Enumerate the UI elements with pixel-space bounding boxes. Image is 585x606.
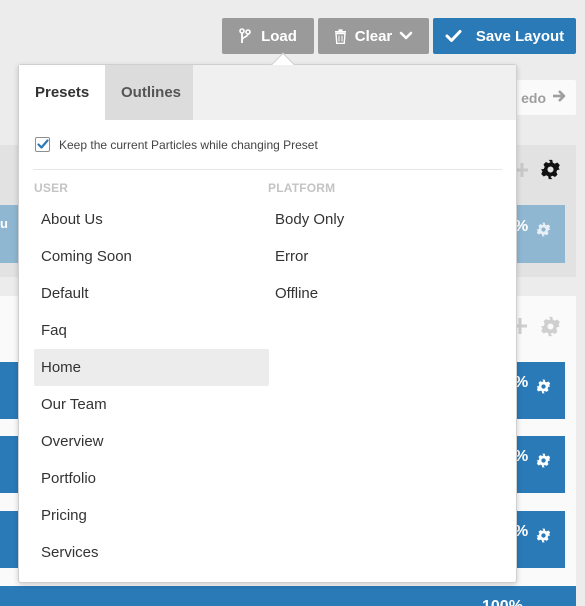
popover-tabs: Presets Outlines (19, 65, 516, 120)
platform-presets-column: PLATFORM Body Only Error Offline (268, 179, 503, 312)
tab-presets[interactable]: Presets (19, 65, 105, 120)
block-settings-icon[interactable] (536, 528, 551, 548)
preset-body-only[interactable]: Body Only (268, 201, 503, 238)
trash-icon (334, 28, 347, 44)
user-heading: USER (34, 181, 69, 195)
save-layout-label: Save Layout (475, 27, 565, 45)
keep-particles-label: Keep the current Particles while changin… (59, 137, 318, 152)
preset-faq[interactable]: Faq (34, 312, 269, 349)
preset-services[interactable]: Services (34, 534, 269, 571)
keep-particles-checkbox[interactable] (35, 137, 50, 152)
keep-particles-option[interactable]: Keep the current Particles while changin… (35, 137, 318, 152)
branch-icon (239, 28, 251, 44)
preset-portfolio[interactable]: Portfolio (34, 460, 269, 497)
load-presets-popover: Presets Outlines Keep the current Partic… (18, 52, 517, 583)
add-icon[interactable] (516, 163, 528, 182)
redo-label: edo (521, 89, 546, 106)
preset-offline[interactable]: Offline (268, 275, 503, 312)
block-settings-icon[interactable] (536, 379, 551, 399)
platform-presets-list: Body Only Error Offline (268, 201, 503, 312)
user-presets-column: USER About Us Coming Soon Default Faq Ho… (34, 179, 269, 571)
check-icon (445, 29, 462, 43)
gear-icon[interactable] (540, 159, 561, 185)
platform-heading: PLATFORM (268, 181, 336, 195)
gear-icon[interactable] (540, 316, 561, 342)
tab-outlines[interactable]: Outlines (105, 65, 193, 120)
preset-coming-soon[interactable]: Coming Soon (34, 238, 269, 275)
chevron-down-icon (399, 31, 413, 41)
preset-our-team[interactable]: Our Team (34, 386, 269, 423)
layout-block[interactable]: 100% (0, 586, 576, 606)
preset-pricing[interactable]: Pricing (34, 497, 269, 534)
load-label: Load (261, 27, 297, 45)
preset-overview[interactable]: Overview (34, 423, 269, 460)
checkmark-icon (36, 139, 49, 149)
block-percent: 100% (482, 598, 523, 606)
preset-home[interactable]: Home (34, 349, 269, 386)
divider (33, 169, 502, 170)
clear-button[interactable]: Clear (318, 18, 429, 54)
preset-default[interactable]: Default (34, 275, 269, 312)
preset-about-us[interactable]: About Us (34, 201, 269, 238)
load-button[interactable]: Load (222, 18, 314, 54)
user-presets-list: About Us Coming Soon Default Faq Home Ou… (34, 201, 269, 571)
save-layout-button[interactable]: Save Layout (433, 18, 576, 54)
clear-label: Clear (354, 27, 393, 45)
block-settings-icon[interactable] (536, 222, 551, 242)
block-label-fragment: u (0, 216, 8, 231)
preset-error[interactable]: Error (268, 238, 503, 275)
block-settings-icon[interactable] (536, 453, 551, 473)
arrow-right-icon (552, 89, 566, 106)
